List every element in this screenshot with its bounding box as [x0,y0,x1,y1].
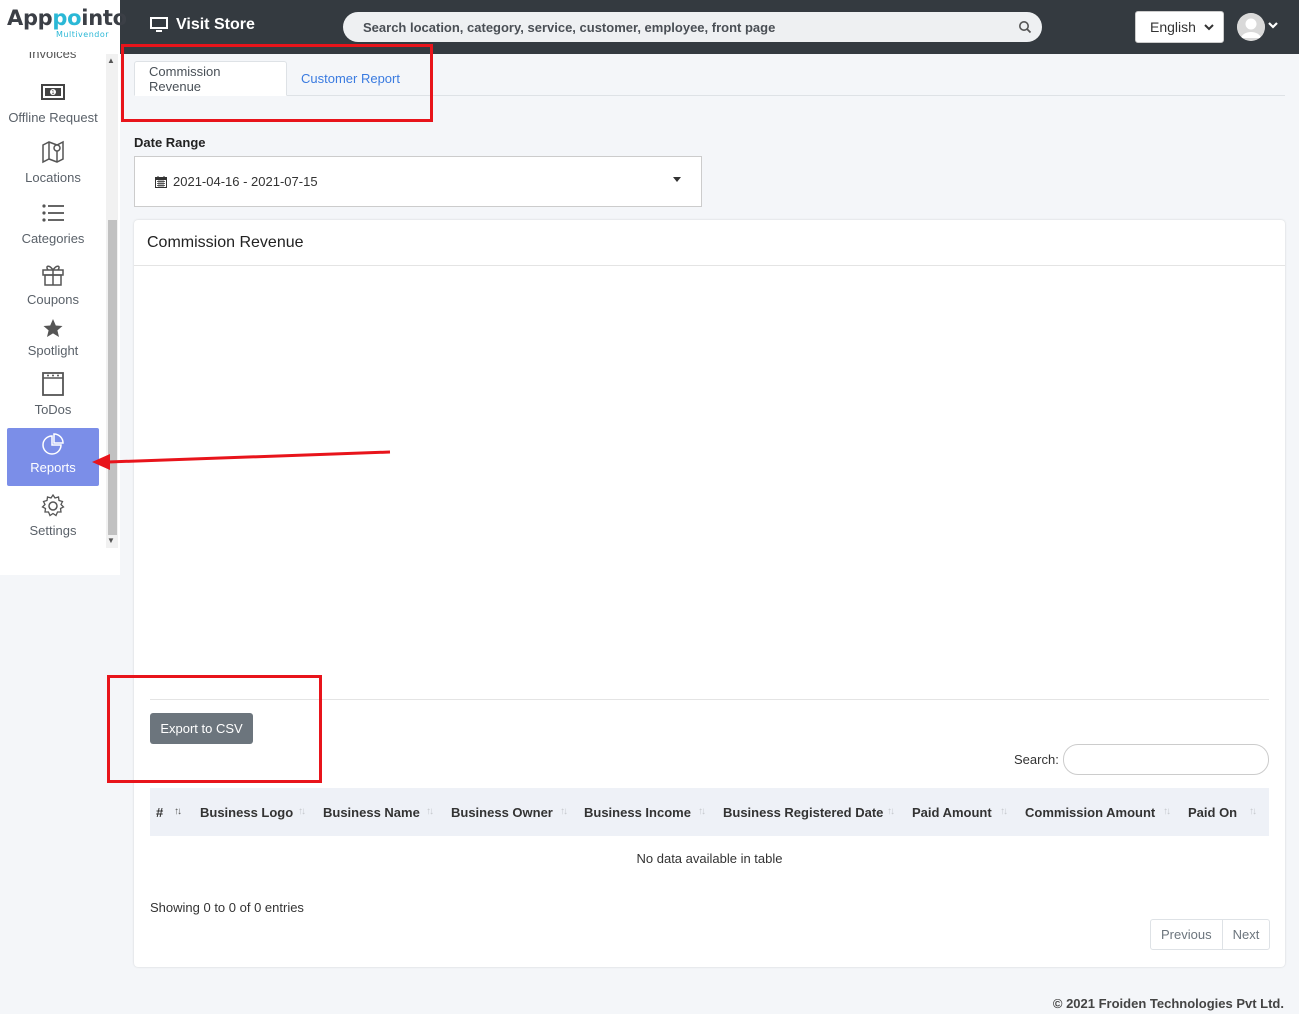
table-header: # ↑↓ Business Logo ↑↓ Business Name ↑↓ B… [150,788,1269,836]
sidebar-scrollbar-thumb[interactable] [108,220,117,535]
sort-icon[interactable]: ↑↓ [174,806,182,817]
column-header-business-registered-date[interactable]: Business Registered Date [723,788,883,836]
money-icon: 1 [41,84,65,100]
sort-icon[interactable]: ↑↓ [1163,806,1171,817]
sort-icon[interactable]: ↑↓ [698,806,706,817]
sidebar-item-categories[interactable]: Categories [7,199,99,246]
card-title: Commission Revenue [147,234,304,251]
sidebar-item-todos[interactable]: ToDos [7,370,99,417]
previous-page-button[interactable]: Previous [1151,920,1222,949]
column-header-commission-amount[interactable]: Commission Amount [1025,788,1155,836]
global-search-input[interactable]: Search location, category, service, cust… [343,12,1042,42]
visit-store-link[interactable]: Visit Store [150,16,255,34]
footer-copyright: © 2021 Froiden Technologies Pvt Ltd. [1052,996,1284,1011]
visit-store-label: Visit Store [176,16,255,33]
sidebar-item-label: Offline Request [8,110,98,125]
chevron-down-icon[interactable] [1267,19,1279,33]
monitor-icon [150,17,168,32]
date-range-picker[interactable]: 2021-04-16 - 2021-07-15 [134,156,702,207]
todo-icon [42,372,64,396]
column-header-paid-on[interactable]: Paid On [1188,788,1237,836]
logo-text: Apppointo [7,6,127,30]
sidebar-item-coupons[interactable]: Coupons [7,260,99,307]
sidebar-item-spotlight[interactable]: Spotlight [7,317,99,358]
commission-revenue-card: Commission Revenue Export to CSV Search:… [134,220,1285,967]
pie-chart-icon [42,433,64,455]
language-value: English [1150,19,1196,35]
sidebar-item-label: ToDos [34,402,72,417]
scroll-up-arrow-icon[interactable]: ▲ [107,56,115,65]
annotation-highlight-export [107,675,322,783]
language-select[interactable]: English [1135,11,1224,43]
user-avatar-icon [1237,13,1265,41]
column-header-business-income[interactable]: Business Income [584,788,691,836]
column-header-business-name[interactable]: Business Name [323,788,420,836]
sort-icon[interactable]: ↑↓ [1000,806,1008,817]
date-range-label: Date Range [134,135,206,150]
sidebar-item-label: Spotlight [27,343,79,358]
sort-icon[interactable]: ↑↓ [1249,806,1257,817]
table-search-input[interactable] [1063,744,1269,775]
table-info: Showing 0 to 0 of 0 entries [150,900,304,915]
divider [134,265,1285,266]
logo-subtitle: Multivendor [56,30,110,39]
sort-icon[interactable]: ↑↓ [298,806,306,817]
gear-icon [41,493,65,517]
sidebar-item-label: Categories [21,231,85,246]
sidebar-item-locations[interactable]: Locations [7,138,99,185]
sidebar: Invoices 1 Offline Request Locations Cat… [0,0,120,575]
column-header-paid-amount[interactable]: Paid Amount [912,788,992,836]
svg-text:1: 1 [51,90,54,96]
gift-icon [42,265,64,286]
sidebar-item-reports[interactable]: Reports [7,428,99,486]
logo[interactable]: Apppointo Multivendor [0,0,127,52]
calendar-icon [155,175,167,188]
sidebar-item-label: Locations [25,170,81,185]
table-search-label: Search: [1014,752,1059,767]
column-header-business-logo[interactable]: Business Logo [200,788,293,836]
scroll-down-arrow-icon[interactable]: ▼ [107,536,115,545]
search-placeholder: Search location, category, service, cust… [363,19,776,35]
pagination: Previous Next [1150,919,1271,950]
star-icon [43,319,63,337]
column-header-index[interactable]: # [156,788,163,836]
chevron-down-icon [1204,24,1214,31]
sidebar-item-offline-request[interactable]: 1 Offline Request [7,78,99,125]
sidebar-item-label: Reports [30,460,76,475]
sort-icon[interactable]: ↑↓ [560,806,568,817]
sidebar-item-label: Settings [29,523,77,538]
annotation-highlight-tabs [121,44,433,122]
sidebar-item-label: Coupons [26,292,80,307]
sort-icon[interactable]: ↑↓ [887,806,895,817]
empty-table-message: No data available in table [636,851,783,866]
caret-down-icon [673,177,681,182]
date-range-value: 2021-04-16 - 2021-07-15 [173,174,318,189]
list-icon [42,204,64,222]
search-icon[interactable] [1018,20,1032,34]
map-icon [42,140,64,164]
sort-icon[interactable]: ↑↓ [426,806,434,817]
avatar[interactable] [1237,13,1265,41]
column-header-business-owner[interactable]: Business Owner [451,788,553,836]
sidebar-item-settings[interactable]: Settings [7,493,99,538]
next-page-button[interactable]: Next [1221,920,1270,949]
